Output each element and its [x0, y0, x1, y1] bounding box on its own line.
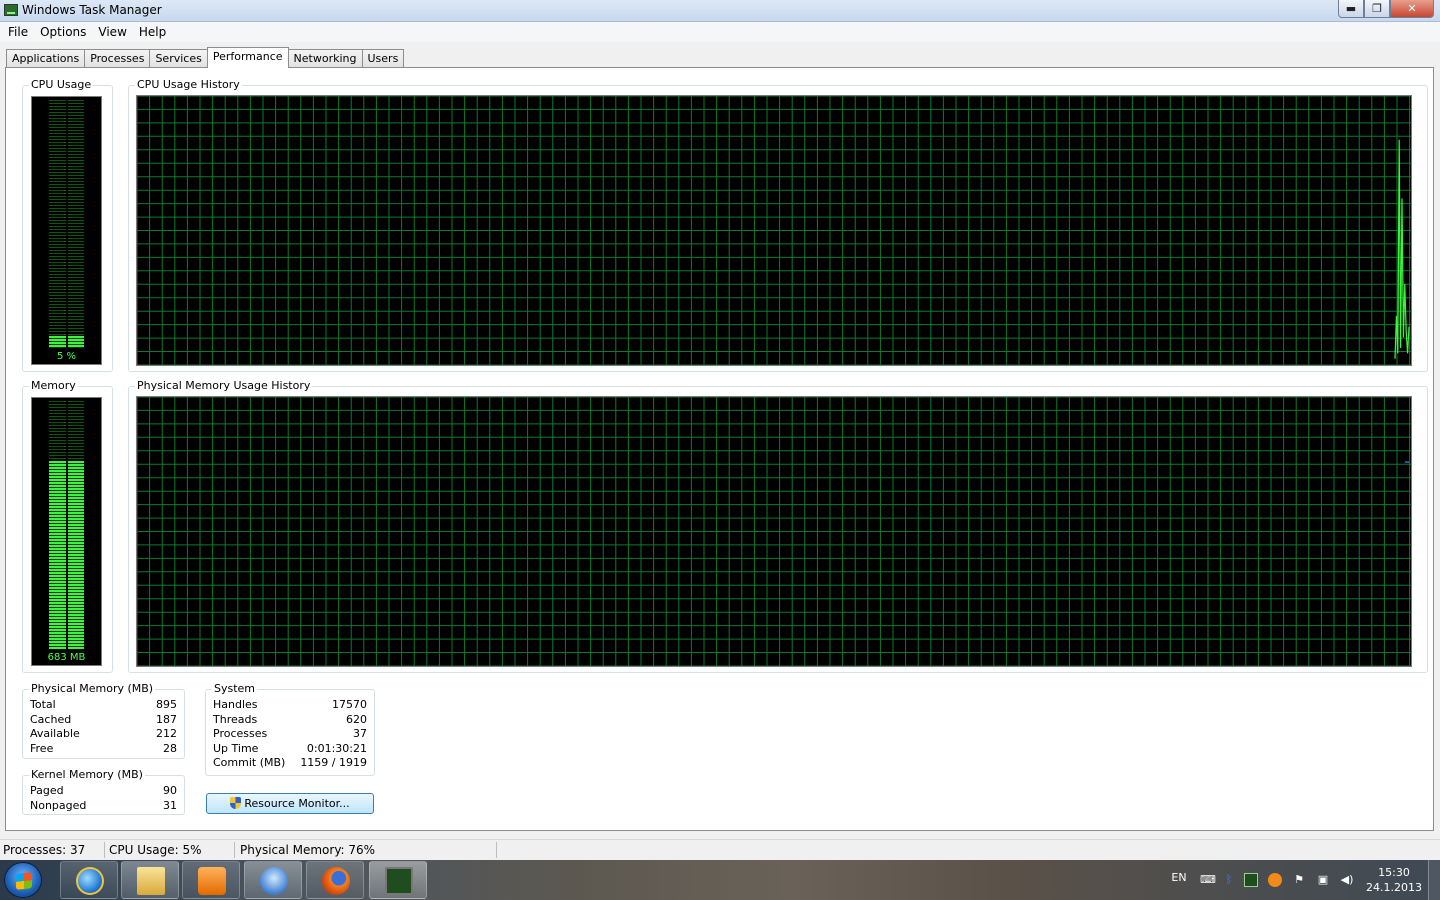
- clock[interactable]: 15:30 24.1.2013: [1366, 865, 1422, 895]
- tab-users[interactable]: Users: [361, 49, 405, 68]
- memory-history-title: Physical Memory Usage History: [135, 379, 313, 392]
- graph-grid: [137, 397, 1411, 666]
- memory-title: Memory: [29, 379, 78, 392]
- stat-row: Threads 620: [213, 713, 367, 726]
- cpu-history-group: CPU Usage History: [128, 79, 1428, 372]
- memory-meter-fill: [49, 460, 66, 649]
- avast-icon[interactable]: [1268, 873, 1282, 887]
- window-title: Windows Task Manager: [22, 3, 162, 17]
- physical-memory-title: Physical Memory (MB): [29, 682, 156, 695]
- status-separator: [104, 842, 105, 858]
- clock-time: 15:30: [1378, 866, 1410, 879]
- taskbar-connect[interactable]: [244, 861, 302, 899]
- tab-performance[interactable]: Performance: [206, 47, 289, 68]
- keyboard-icon[interactable]: ⌨: [1200, 873, 1216, 887]
- menu-bar: File Options View Help: [0, 22, 1440, 42]
- tab-applications[interactable]: Applications: [6, 49, 86, 68]
- bluetooth-icon[interactable]: ᛒ: [1222, 873, 1236, 887]
- media-player-icon: [198, 867, 226, 895]
- start-button[interactable]: [4, 862, 42, 898]
- tab-services[interactable]: Services: [149, 49, 208, 68]
- folder-icon: [137, 867, 165, 895]
- stat-row: Handles 17570: [213, 698, 367, 711]
- cpu-usage-title: CPU Usage: [29, 78, 94, 91]
- taskbar-media-player[interactable]: [182, 861, 240, 899]
- window-controls: ▬ ❐ ✕: [1338, 0, 1434, 18]
- cpu-usage-value: 5 %: [56, 351, 77, 362]
- taskbar-file-explorer[interactable]: [121, 861, 179, 899]
- maximize-button[interactable]: ❐: [1364, 0, 1390, 18]
- memory-history-plot: [137, 397, 1411, 666]
- status-separator: [496, 842, 497, 858]
- stat-row: Commit (MB) 1159 / 1919: [213, 756, 367, 769]
- clock-date: 24.1.2013: [1366, 881, 1422, 894]
- graph-grid: [137, 96, 1411, 365]
- stat-row: Available 212: [30, 727, 177, 740]
- connect-icon: [260, 867, 288, 895]
- tab-strip: Applications Processes Services Performa…: [6, 47, 405, 68]
- firefox-icon: [322, 867, 350, 895]
- status-memory: Physical Memory: 76%: [240, 843, 376, 857]
- stat-row: Total 895: [30, 698, 177, 711]
- volume-icon[interactable]: ◀): [1340, 873, 1354, 887]
- network-icon[interactable]: ▣: [1316, 873, 1330, 887]
- menu-options[interactable]: Options: [34, 22, 92, 42]
- memory-history-graph: [136, 396, 1412, 667]
- stat-row: Up Time 0:01:30:21: [213, 742, 367, 755]
- task-manager-tray-icon[interactable]: [1244, 873, 1258, 887]
- status-separator: [234, 842, 235, 858]
- system-tray: EN ⌨ ᛒ ⚑ ▣ ◀) 15:30 24.1.2013: [1150, 860, 1440, 900]
- close-button[interactable]: ✕: [1390, 0, 1434, 18]
- memory-history-group: Physical Memory Usage History: [128, 380, 1428, 673]
- memory-group: Memory 683 MB: [22, 380, 113, 673]
- status-processes: Processes: 37: [3, 843, 86, 857]
- cpu-history-graph: [136, 95, 1412, 366]
- menu-file[interactable]: File: [2, 22, 34, 42]
- taskbar: EN ⌨ ᛒ ⚑ ▣ ◀) 15:30 24.1.2013: [0, 860, 1440, 900]
- kernel-memory-title: Kernel Memory (MB): [29, 768, 145, 781]
- cpu-history-title: CPU Usage History: [135, 78, 242, 91]
- tab-networking[interactable]: Networking: [287, 49, 363, 68]
- kernel-memory-group: Kernel Memory (MB) Paged 90 Nonpaged 31: [22, 769, 185, 815]
- cpu-usage-meter: 5 %: [31, 96, 102, 365]
- minimize-button[interactable]: ▬: [1338, 0, 1364, 18]
- physical-memory-group: Physical Memory (MB) Total 895 Cached 187 …: [22, 683, 185, 759]
- resource-monitor-button[interactable]: Resource Monitor...: [206, 793, 374, 814]
- action-center-flag-icon[interactable]: ⚑: [1292, 873, 1306, 887]
- stat-row: Free 28: [30, 742, 177, 755]
- title-bar: Windows Task Manager ▬ ❐ ✕: [0, 0, 1440, 22]
- menu-help[interactable]: Help: [133, 22, 172, 42]
- memory-value: 683 MB: [47, 652, 86, 663]
- status-cpu: CPU Usage: 5%: [109, 843, 202, 857]
- taskbar-internet-explorer[interactable]: [60, 861, 118, 899]
- system-group: System Handles 17570 Threads 620 Processes…: [205, 683, 375, 776]
- taskbar-firefox[interactable]: [306, 861, 364, 899]
- taskbar-task-manager[interactable]: [369, 861, 427, 899]
- stat-row: Nonpaged 31: [30, 799, 177, 812]
- menu-view[interactable]: View: [92, 22, 132, 42]
- status-bar: Processes: 37 CPU Usage: 5% Physical Mem…: [0, 839, 1440, 859]
- language-indicator[interactable]: EN: [1168, 871, 1190, 885]
- system-title: System: [212, 682, 258, 695]
- memory-meter: 683 MB: [31, 397, 102, 666]
- stat-row: Processes 37: [213, 727, 367, 740]
- performance-panel: CPU Usage 5 % CPU Usage History Memory 6…: [5, 67, 1434, 831]
- cpu-usage-group: CPU Usage 5 %: [22, 79, 113, 372]
- cpu-meter-fill: [49, 335, 66, 348]
- task-manager-icon: [385, 867, 413, 895]
- internet-explorer-icon: [76, 867, 104, 895]
- task-manager-icon: [4, 4, 18, 16]
- tab-processes[interactable]: Processes: [84, 49, 151, 68]
- stat-row: Paged 90: [30, 784, 177, 797]
- uac-shield-icon: [230, 797, 242, 809]
- cpu-meter-fill: [67, 335, 84, 348]
- memory-meter-fill: [67, 460, 84, 649]
- cpu-history-plot: [137, 96, 1411, 365]
- stat-row: Cached 187: [30, 713, 177, 726]
- show-desktop-button[interactable]: [1428, 860, 1440, 900]
